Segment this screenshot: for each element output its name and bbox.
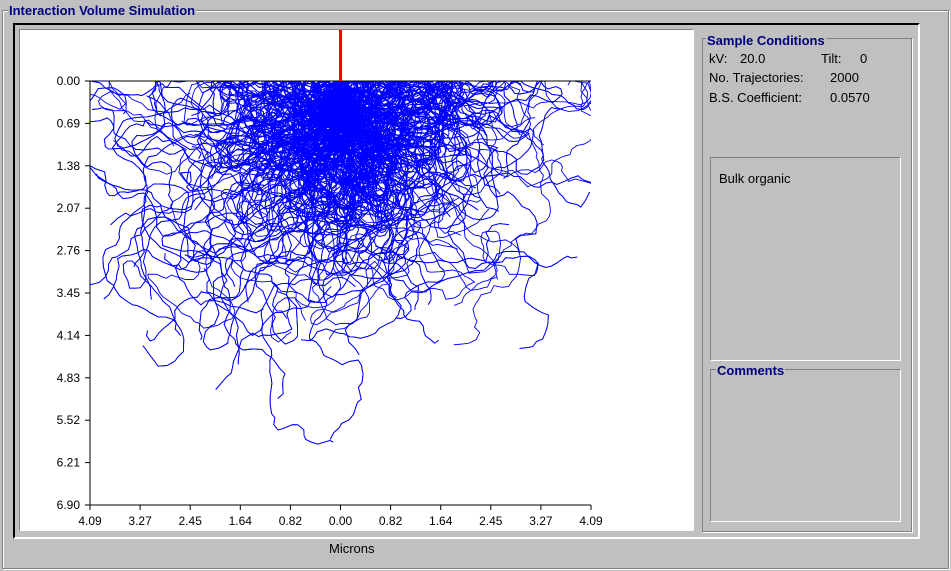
y-tick-label: 3.45 [57, 286, 81, 300]
x-tick-label: 0.82 [379, 514, 403, 528]
window-title: Interaction Volume Simulation [8, 3, 197, 18]
bs-coefficient-value: 0.0570 [830, 90, 870, 105]
y-tick-label: 6.21 [57, 456, 81, 470]
x-axis-label: Microns [329, 541, 375, 556]
kv-value: 20.0 [740, 51, 766, 66]
sample-conditions-title: Sample Conditions [706, 33, 826, 48]
trajectory-plot-svg: 0.00 0.69 1.38 2.07 2.76 3.45 4.14 4.83 5.52 6.21… [57, 30, 603, 528]
y-tick-label: 2.76 [57, 244, 81, 258]
comments-title: Comments [716, 363, 786, 378]
x-tick-label: 1.64 [229, 514, 253, 528]
x-tick-label: 1.64 [429, 514, 453, 528]
tilt-value: 0 [860, 51, 868, 66]
kv-label: kV: [709, 51, 728, 66]
y-tick-label: 6.90 [57, 498, 81, 512]
trajectory-plot: 0.00 0.69 1.38 2.07 2.76 3.45 4.14 4.83 5.52 6.21… [19, 29, 694, 531]
x-tick-label: 4.09 [78, 514, 102, 528]
x-tick-label: 2.45 [479, 514, 503, 528]
y-tick-label: 4.83 [57, 371, 81, 385]
x-tick-label: 3.27 [128, 514, 152, 528]
y-tick-label: 0.00 [57, 74, 81, 88]
trajectories-label: No. Trajectories: [709, 70, 804, 85]
trajectories-value: 2000 [830, 70, 859, 85]
x-tick-label: 3.27 [529, 514, 553, 528]
comments-box [710, 369, 901, 522]
x-tick-label: 0.00 [329, 514, 353, 528]
y-tick-label: 2.07 [57, 201, 81, 215]
sample-name: Bulk organic [719, 171, 791, 186]
y-tick-label: 0.69 [57, 116, 81, 130]
y-tick-label: 1.38 [57, 159, 81, 173]
trajectories-group [90, 81, 591, 445]
x-tick-label: 2.45 [179, 514, 203, 528]
sample-description-box: Bulk organic [710, 157, 901, 361]
y-tick-label: 5.52 [57, 413, 81, 427]
y-tick-label: 4.14 [57, 328, 81, 342]
bs-coefficient-label: B.S. Coefficient: [709, 90, 802, 105]
x-tick-label: 0.82 [279, 514, 303, 528]
x-tick-label: 4.09 [579, 514, 603, 528]
tilt-label: Tilt: [821, 51, 842, 66]
